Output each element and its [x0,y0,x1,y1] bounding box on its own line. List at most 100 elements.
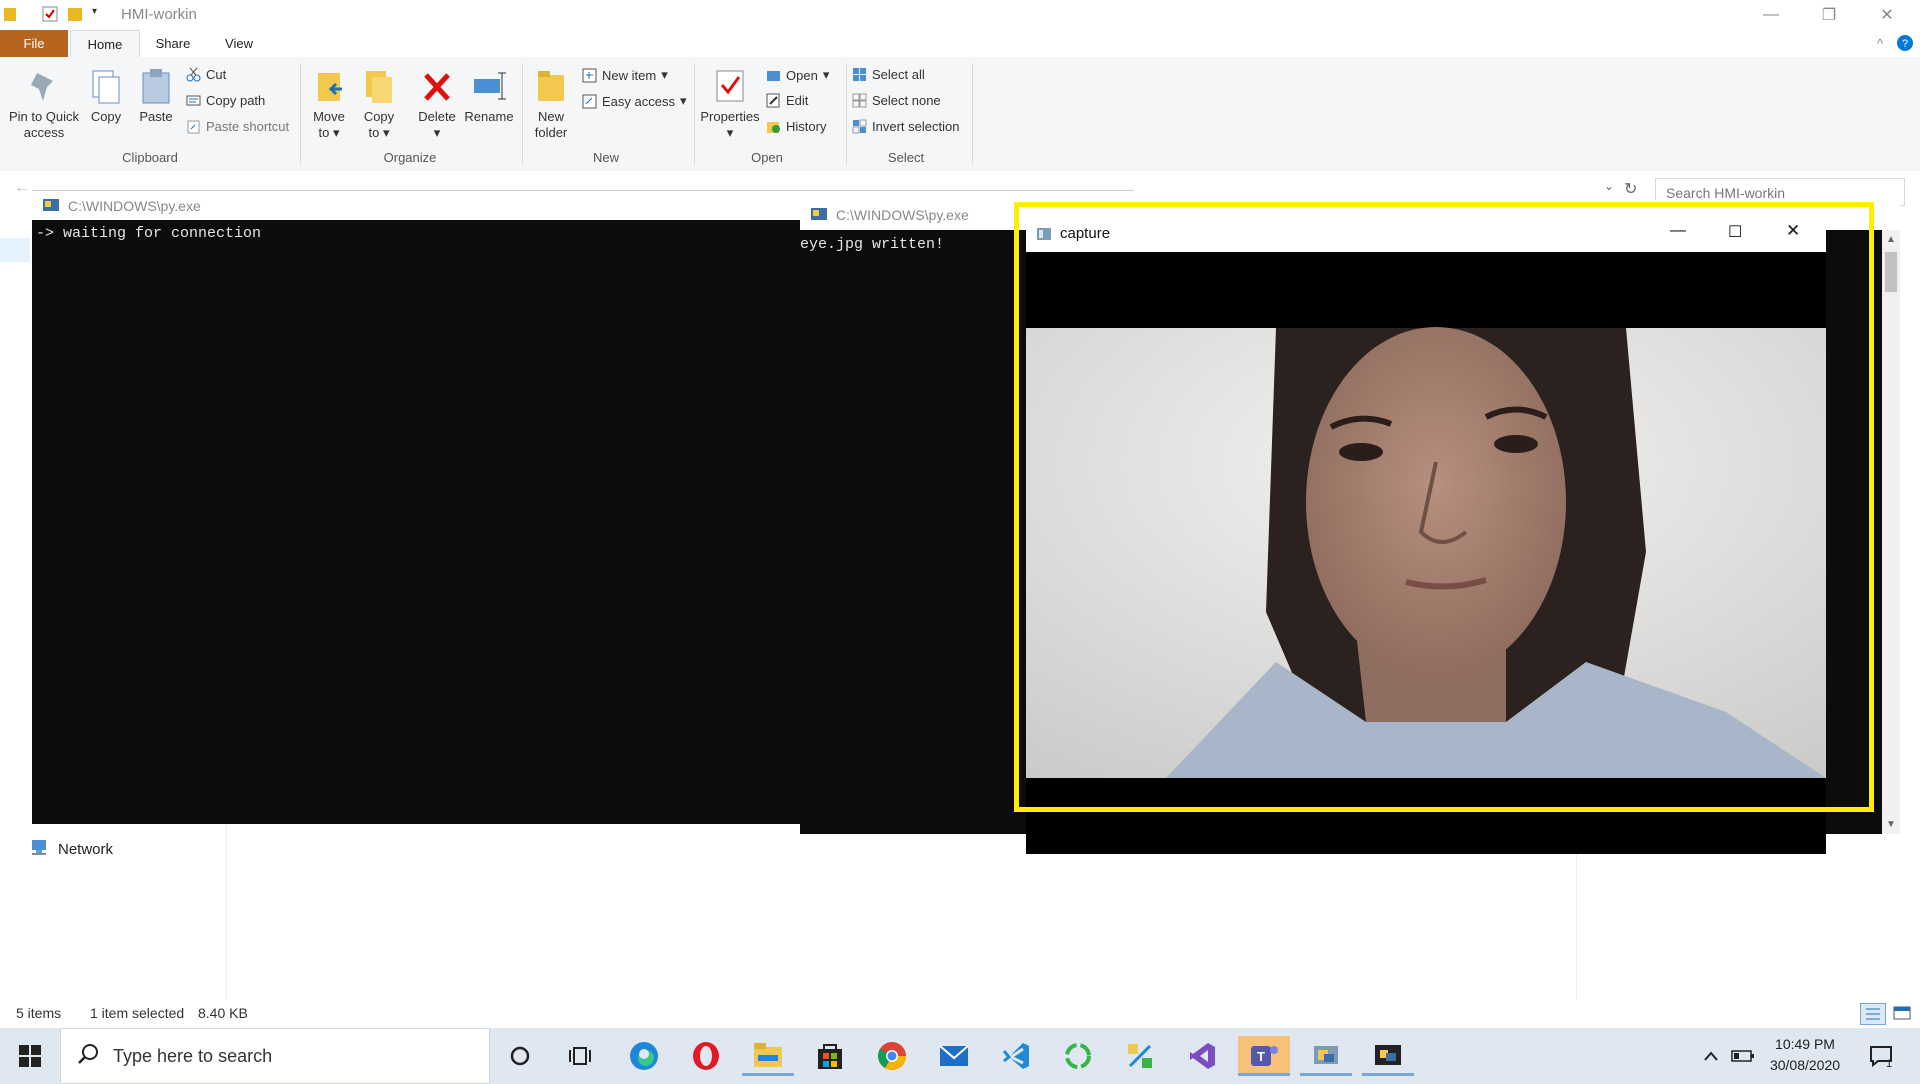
taskbar: Type here to search T 10:49 PM 30/08/202… [0,1028,1920,1084]
easy-access-button[interactable]: Easy access ▾ [582,93,687,109]
delete-icon [420,67,454,105]
python-console-icon [42,197,60,216]
nav-selected-item[interactable] [0,238,30,262]
invert-selection-button[interactable]: Invert selection [852,119,959,134]
minimize-button[interactable]: — [1742,0,1800,30]
tab-file[interactable]: File [0,30,68,57]
file-explorer-taskbar-icon[interactable] [742,1036,794,1076]
new-folder-icon [534,67,568,105]
open-button[interactable]: Open ▾ [766,67,829,83]
python-app-icon[interactable] [1300,1036,1352,1076]
invert-selection-icon [852,119,867,134]
scroll-up-icon[interactable]: ▲ [1886,234,1896,245]
chevron-down-icon[interactable]: ⌄ [1604,179,1614,193]
properties-button[interactable]: Properties ▾ [698,67,762,141]
select-all-button[interactable]: Select all [852,67,925,82]
details-view-button[interactable] [1860,1003,1886,1025]
open-group-label: Open [751,150,783,165]
tab-share[interactable]: Share [150,30,196,57]
paste-shortcut-button[interactable]: Paste shortcut [186,119,289,134]
group-divider [694,63,695,165]
chrome-icon[interactable] [866,1036,918,1076]
console1-line: -> waiting for connection [36,225,262,242]
history-button[interactable]: History [766,119,826,134]
new-group-label: New [592,150,619,165]
delete-button[interactable]: Delete ▾ [414,67,460,141]
system-clock[interactable]: 10:49 PM 30/08/2020 [1760,1034,1850,1076]
show-hidden-icons-button[interactable] [1698,1036,1724,1076]
selection-highlight-frame [1014,202,1874,812]
pin-icon [27,67,61,105]
task-view-icon[interactable] [554,1036,606,1076]
copy-path-icon [186,93,201,108]
new-item-button[interactable]: New item ▾ [582,67,668,83]
copy-to-button[interactable]: Copy to ▾ [358,67,400,141]
tool-app-icon[interactable] [1114,1036,1166,1076]
notification-center-button[interactable]: 1 [1858,1036,1904,1076]
collapse-ribbon-icon[interactable]: ^ [1870,30,1890,57]
select-none-button[interactable]: Select none [852,93,941,108]
group-divider [846,63,847,165]
vscode-icon[interactable] [990,1036,1042,1076]
copy-icon [89,67,123,105]
back-arrow-icon[interactable]: ← [14,179,30,197]
svg-text:T: T [1257,1049,1265,1064]
edit-button[interactable]: Edit [766,93,808,108]
large-icons-view-button[interactable] [1890,1003,1914,1023]
svg-text:?: ? [1902,38,1908,50]
new-item-icon [582,68,597,83]
properties-quick-icon[interactable] [42,6,58,22]
close-button[interactable]: ✕ [1858,0,1916,30]
visual-studio-icon[interactable] [1176,1036,1228,1076]
python-console-taskbar-icon[interactable] [1362,1036,1414,1076]
edge-icon[interactable] [618,1036,670,1076]
nav-pane-divider [226,820,227,1000]
group-divider [522,63,523,165]
new-folder-quick-icon[interactable] [68,6,82,22]
restore-button[interactable]: ❐ [1800,0,1858,30]
sync-app-icon[interactable] [1052,1036,1104,1076]
windows-logo-icon [19,1045,41,1067]
teams-icon[interactable]: T [1238,1036,1290,1076]
search-icon [77,1043,99,1070]
selection-size: 8.40 KB [198,1005,248,1021]
copy-button[interactable]: Copy [86,67,126,125]
store-icon[interactable] [804,1036,856,1076]
opera-icon[interactable] [680,1036,732,1076]
move-to-icon [312,67,346,105]
scissors-icon [186,67,201,82]
clock-date: 30/08/2020 [1769,1057,1841,1073]
copy-path-button[interactable]: Copy path [186,93,265,108]
explorer-title-bar: ▾ HMI-workin — ❐ ✕ [0,0,1920,30]
console1-output[interactable]: -> waiting for connection [32,220,802,824]
move-to-button[interactable]: Move to ▾ [308,67,350,141]
rename-button[interactable]: Rename [462,67,516,125]
easy-access-icon [582,94,597,109]
customize-quick-access-icon[interactable]: ▾ [92,6,106,22]
tab-home[interactable]: Home [70,30,140,58]
scroll-thumb[interactable] [1885,252,1897,292]
rename-icon [472,67,506,105]
paste-icon [139,67,173,105]
scroll-down-icon[interactable]: ▼ [1886,819,1896,830]
clock-time: 10:49 PM [1775,1036,1835,1052]
tab-view[interactable]: View [216,30,262,57]
new-folder-button[interactable]: New folder [530,67,572,141]
nav-item-network[interactable]: Network [30,838,113,860]
edit-icon [766,93,781,108]
pin-to-quick-access-button[interactable]: Pin to Quick access [6,67,82,141]
clipboard-group-label: Clipboard [122,150,178,165]
select-group-label: Select [887,150,925,165]
console2-scrollbar[interactable]: ▲ ▼ [1882,230,1900,834]
paste-button[interactable]: Paste [134,67,178,125]
cut-button[interactable]: Cut [186,67,226,82]
start-button[interactable] [4,1036,56,1076]
cortana-icon[interactable] [494,1036,546,1076]
mail-icon[interactable] [928,1036,980,1076]
history-icon [766,119,781,134]
taskbar-search-box[interactable]: Type here to search [60,1028,490,1084]
help-icon[interactable]: ? [1894,30,1916,57]
select-all-icon [852,67,867,82]
battery-icon[interactable] [1728,1036,1758,1076]
refresh-icon[interactable]: ↻ [1624,179,1637,199]
